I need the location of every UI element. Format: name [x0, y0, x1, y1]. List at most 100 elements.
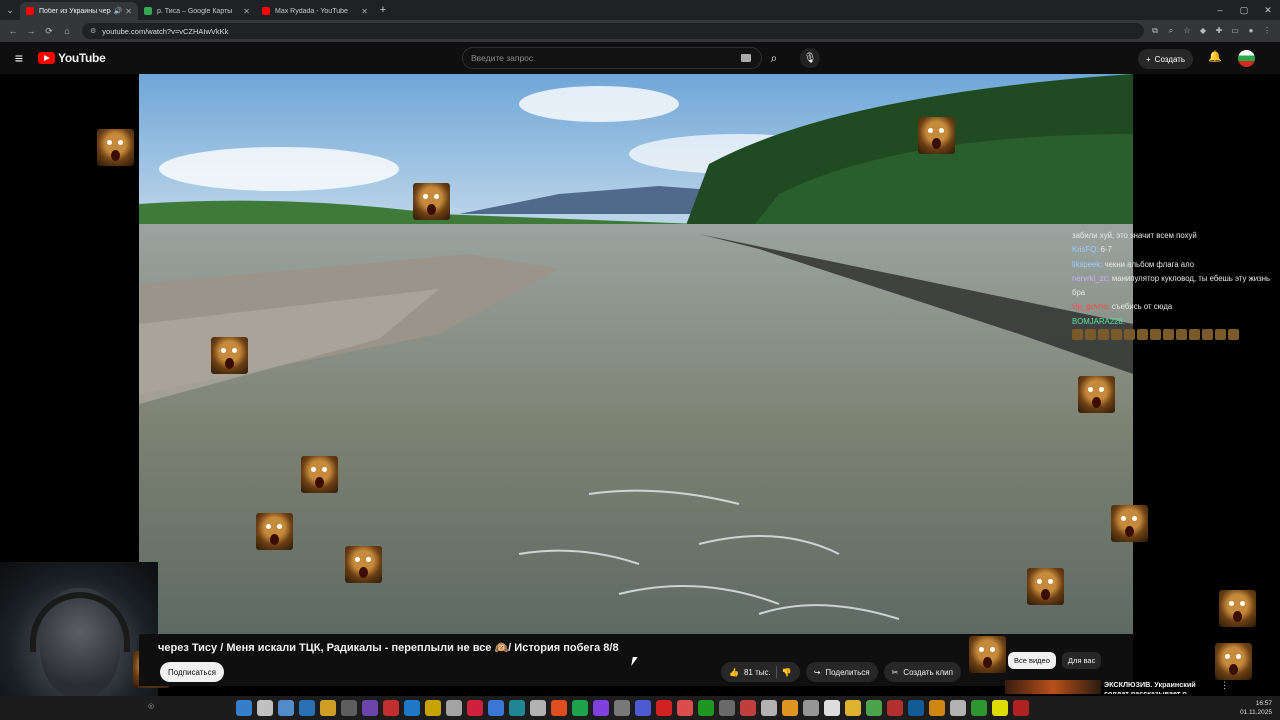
search-input[interactable]: Введите запрос [462, 47, 762, 69]
like-count[interactable]: 81 тыс. [744, 668, 771, 677]
site-info-icon[interactable]: ⚙ [90, 27, 96, 35]
taskbar-app-icon[interactable] [992, 700, 1008, 716]
taskbar-app-icon[interactable] [404, 700, 420, 716]
search-placeholder: Введите запрос [471, 53, 534, 63]
tab-channel[interactable]: Max Rydada - YouTube ✕ [256, 2, 374, 20]
taskbar-app-icon[interactable] [908, 700, 924, 716]
video-player[interactable] [139, 74, 1133, 634]
search-icon: ⌕ [770, 50, 778, 65]
taskbar-app-icon[interactable] [677, 700, 693, 716]
url-field[interactable]: ⚙ youtube.com/watch?v=vCZHAIwVkKk [82, 23, 1144, 39]
subscribe-button[interactable]: Подписаться [160, 662, 224, 682]
minimize-button[interactable]: – [1208, 0, 1232, 20]
youtube-play-icon [38, 52, 55, 64]
reload-icon[interactable]: ⟳ [40, 26, 58, 37]
recommended-video-thumbnail[interactable] [1005, 680, 1101, 694]
taskbar-app-icon[interactable] [698, 700, 714, 716]
bookmark-star-icon[interactable]: ☆ [1182, 26, 1192, 36]
taskbar-app-icon[interactable] [425, 700, 441, 716]
taskbar-app-icon[interactable] [866, 700, 882, 716]
tab-close-icon[interactable]: ✕ [125, 7, 132, 16]
new-tab-button[interactable]: + [374, 4, 392, 16]
puzzle-icon[interactable]: ✚ [1214, 26, 1224, 36]
taskbar-app-icon[interactable] [278, 700, 294, 716]
install-app-icon[interactable]: ⧉ [1150, 26, 1160, 36]
hamburger-menu-icon[interactable]: ≡ [0, 50, 38, 66]
taskbar-app-icon[interactable] [971, 700, 987, 716]
address-bar: ← → ⟳ ⌂ ⚙ youtube.com/watch?v=vCZHAIwVkK… [0, 20, 1280, 42]
monkey-emote-icon [918, 117, 955, 154]
back-arrow-icon[interactable]: ← [4, 26, 22, 36]
taskbar-app-icon[interactable] [257, 700, 273, 716]
taskbar-app-icon[interactable] [845, 700, 861, 716]
forward-arrow-icon[interactable]: → [22, 26, 40, 36]
maximize-button[interactable]: ▢ [1232, 0, 1256, 20]
taskbar-app-icon[interactable] [719, 700, 735, 716]
clip-button[interactable]: ✂ Создать клип [883, 662, 961, 682]
taskbar-app-icon[interactable] [656, 700, 672, 716]
tray-chevron-icon[interactable]: ◎ [148, 702, 154, 710]
taskbar-app-icon[interactable] [803, 700, 819, 716]
close-window-button[interactable]: ✕ [1256, 0, 1280, 20]
taskbar-app-icon[interactable] [551, 700, 567, 716]
search-button[interactable]: ⌕ [762, 47, 786, 69]
recommended-video-title[interactable]: ЭКСКЛЮЗИВ. Украинский солдат рассказывае… [1104, 680, 1214, 694]
notifications-bell-icon[interactable]: 🔔 [1208, 50, 1222, 63]
taskbar-app-icon[interactable] [593, 700, 609, 716]
zoom-icon[interactable]: ⌕ [1166, 26, 1176, 36]
avatar[interactable] [1238, 50, 1255, 67]
taskbar-app-icon[interactable] [572, 700, 588, 716]
taskbar-app-icon[interactable] [341, 700, 357, 716]
taskbar-app-icon[interactable] [446, 700, 462, 716]
taskbar-app-icon[interactable] [929, 700, 945, 716]
taskbar-app-icon[interactable] [362, 700, 378, 716]
taskbar-app-icon[interactable] [299, 700, 315, 716]
taskbar-app-icon[interactable] [530, 700, 546, 716]
tab-close-icon[interactable]: ✕ [243, 7, 250, 16]
speaker-icon[interactable]: 🔊 [114, 7, 123, 15]
create-button[interactable]: + Создать [1138, 49, 1194, 69]
home-icon[interactable]: ⌂ [58, 26, 76, 36]
taskbar-app-icon[interactable] [635, 700, 651, 716]
taskbar-app-icon[interactable] [950, 700, 966, 716]
taskbar-app-icon[interactable] [1013, 700, 1029, 716]
taskbar-app-icon[interactable] [320, 700, 336, 716]
keyboard-icon[interactable] [741, 54, 751, 62]
tab-search-icon[interactable]: ⌄ [0, 0, 20, 20]
voice-search-button[interactable]: 🎙 [800, 48, 820, 68]
dislike-icon[interactable]: 👎 [782, 668, 792, 677]
menu-dots-icon[interactable]: ⋮ [1262, 26, 1272, 36]
extension-icon[interactable]: ◆ [1198, 26, 1208, 36]
taskbar-app-icon[interactable] [488, 700, 504, 716]
taskbar-app-icon[interactable] [887, 700, 903, 716]
chip-all-videos[interactable]: Все видео [1008, 652, 1056, 669]
taskbar-app-icon[interactable] [782, 700, 798, 716]
tab-label: Побег из Украины через Тису [39, 7, 111, 15]
share-button[interactable]: ↪ Поделиться [805, 662, 878, 682]
like-dislike-group: 👍 81 тыс. 👎 [721, 662, 800, 682]
like-icon[interactable]: 👍 [729, 668, 739, 677]
chat-emote-row [1072, 329, 1272, 341]
tab-maps[interactable]: р. Тиса – Google Карты ✕ [138, 2, 256, 20]
chat-message: KrisFQ: 6-7 [1072, 243, 1272, 257]
tab-close-icon[interactable]: ✕ [361, 7, 368, 16]
tab-video[interactable]: Побег из Украины через Тису 🔊 ✕ [20, 2, 138, 20]
chip-for-you[interactable]: Для вас [1061, 652, 1102, 669]
monkey-emote-icon [1111, 505, 1148, 542]
taskbar-app-icon[interactable] [383, 700, 399, 716]
more-options-icon[interactable]: ⋮ [1220, 680, 1229, 691]
chat-text: 6-7 [1100, 245, 1112, 255]
sidepanel-icon[interactable]: ▭ [1230, 26, 1240, 36]
system-clock[interactable]: 16:57 01.11.2025 [1240, 699, 1272, 717]
taskbar-app-icon[interactable] [824, 700, 840, 716]
windows-start-icon[interactable] [236, 700, 252, 716]
taskbar-app-icon[interactable] [614, 700, 630, 716]
youtube-logo[interactable]: YouTube [38, 51, 106, 65]
taskbar-app-icon[interactable] [467, 700, 483, 716]
taskbar-app-icon[interactable] [509, 700, 525, 716]
taskbar-app-icon[interactable] [740, 700, 756, 716]
stream-chat-overlay: забили хуй, это значит всем похуй KrisFQ… [1072, 229, 1272, 341]
profile-icon[interactable]: ● [1246, 26, 1256, 36]
taskbar-app-icon[interactable] [761, 700, 777, 716]
chat-monkey-emote-icon [1124, 329, 1135, 341]
